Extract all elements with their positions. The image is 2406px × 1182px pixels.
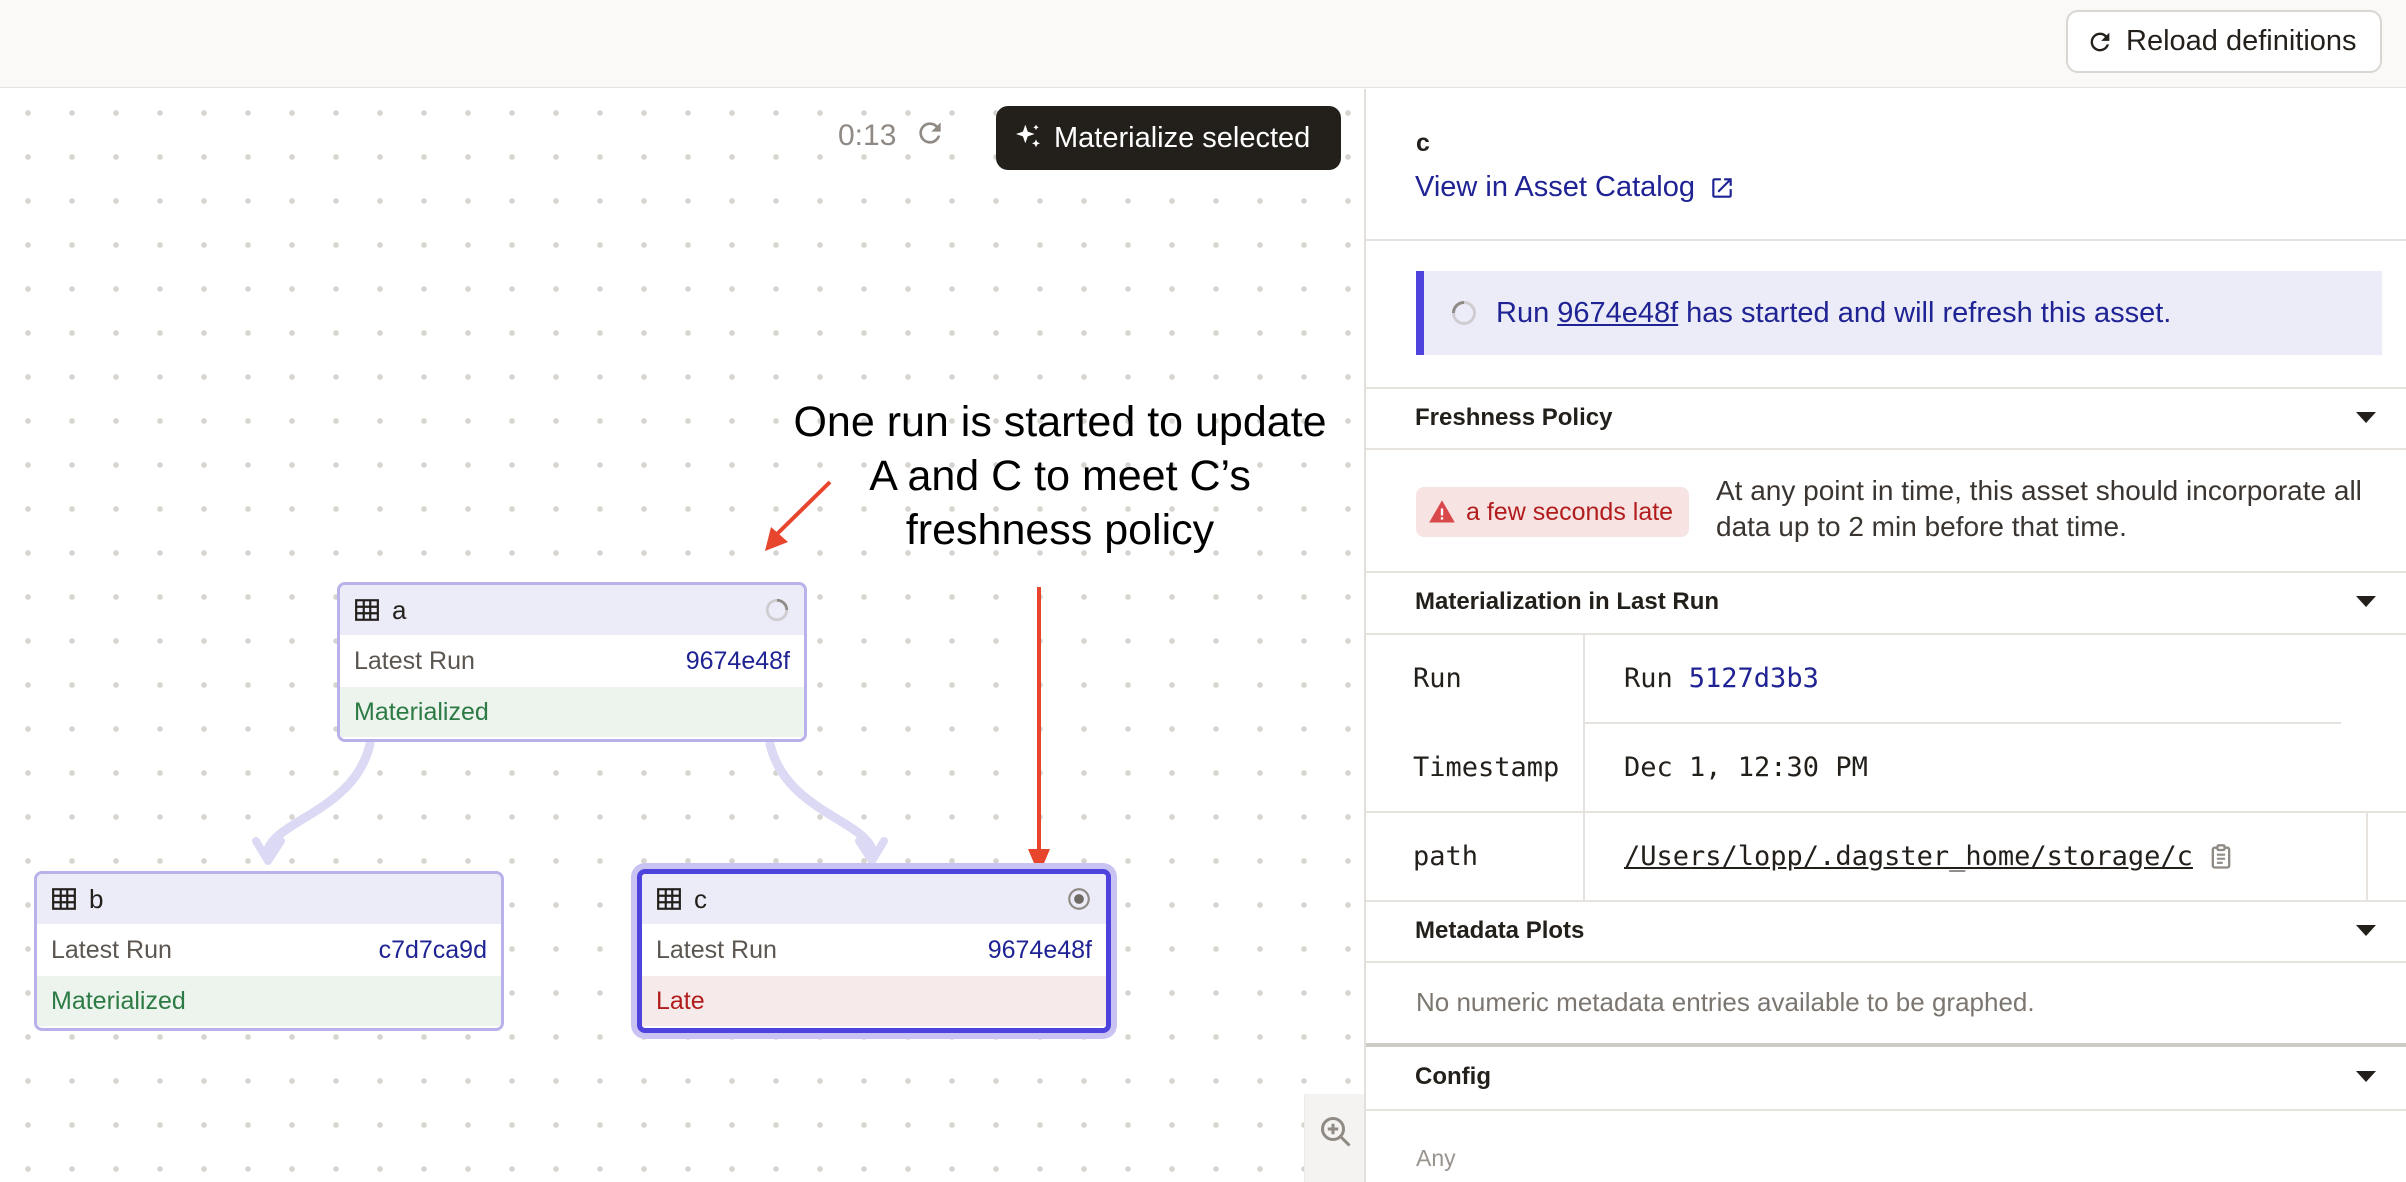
node-status: Materialized [340, 687, 804, 737]
late-badge-label: a few seconds late [1466, 497, 1674, 526]
asset-node-a[interactable]: a Latest Run 9674e48f Materialized [337, 582, 807, 742]
config-section-toggle[interactable]: Config [1366, 1047, 2406, 1107]
node-status: Late [642, 976, 1106, 1026]
node-latest-run-row: Latest Run 9674e48f [340, 635, 804, 687]
chevron-down-icon [2356, 1071, 2376, 1082]
late-status-badge: a few seconds late [1416, 487, 1690, 537]
node-header: a [340, 585, 804, 635]
row-value: Run 5127d3b3 [1604, 634, 1819, 723]
edge-a-to-c [765, 739, 877, 854]
zoom-in-icon[interactable] [1318, 1114, 1354, 1150]
edge-a-to-b [263, 739, 375, 854]
node-latest-run-row: Latest Run c7d7ca9d [37, 924, 501, 976]
view-in-asset-catalog-link[interactable]: View in Asset Catalog [1415, 171, 1735, 204]
section-title: Config [1415, 1063, 1491, 1090]
asset-name: c [1416, 129, 1430, 157]
materialize-selected-button[interactable]: Materialize selected [996, 106, 1341, 170]
spinner-icon [1452, 301, 1476, 325]
node-header: c [642, 874, 1106, 924]
divider [1366, 239, 2406, 241]
banner-suffix: has started and will refresh this asset. [1686, 296, 2172, 329]
latest-run-label: Latest Run [51, 935, 172, 964]
row-value: /Users/lopp/.dagster_home/storage/c [1604, 812, 2235, 901]
table-icon [52, 888, 76, 910]
chevron-down-icon [2356, 925, 2376, 936]
warning-icon [1429, 500, 1455, 523]
materialize-selected-label: Materialize selected [1054, 121, 1311, 154]
materialization-section-toggle[interactable]: Materialization in Last Run [1366, 572, 2406, 632]
copy-icon[interactable] [2207, 843, 2235, 871]
run-started-banner: Run 9674e48f has started and will refres… [1416, 271, 2382, 355]
latest-run-label: Latest Run [354, 646, 475, 675]
latest-run-label: Latest Run [656, 935, 777, 964]
top-bar: Reload definitions [0, 0, 2406, 88]
table-row: Timestamp Dec 1, 12:30 PM [1366, 723, 2406, 812]
banner-run-link[interactable]: 9674e48f [1557, 297, 1678, 330]
metadata-plots-empty-message: No numeric metadata entries available to… [1416, 987, 2035, 1017]
edge-a-to-b-arrowhead [252, 837, 285, 865]
latest-run-link[interactable]: c7d7ca9d [379, 936, 487, 965]
asset-sidebar: c View in Asset Catalog Run 9674e48f has… [1366, 89, 2406, 1182]
chevron-down-icon [2356, 596, 2376, 607]
config-type-value: Any [1416, 1145, 1456, 1171]
reload-definitions-button[interactable]: Reload definitions [2066, 10, 2382, 73]
spinner-icon [765, 598, 789, 622]
refresh-icon[interactable] [914, 117, 946, 149]
zoom-control[interactable] [1304, 1094, 1364, 1182]
asset-graph-canvas[interactable]: 0:13 Materialize selected One run is sta… [0, 89, 1364, 1182]
table-row: path /Users/lopp/.dagster_home/storage/c [1366, 812, 2406, 901]
row-key: Timestamp [1413, 752, 1560, 783]
metadata-plots-section-toggle[interactable]: Metadata Plots [1366, 901, 2406, 961]
freshness-policy-section-toggle[interactable]: Freshness Policy [1366, 388, 2406, 448]
row-key: path [1413, 841, 1479, 872]
run-prefix: Run [1624, 663, 1673, 694]
divider [1366, 448, 2406, 450]
divider [1366, 1109, 2406, 1111]
row-value: Dec 1, 12:30 PM [1624, 752, 1868, 783]
section-title: Freshness Policy [1415, 404, 1613, 431]
sparkle-icon [1016, 124, 1040, 148]
node-header: b [37, 874, 501, 924]
asset-node-b[interactable]: b Latest Run c7d7ca9d Materialized [34, 871, 504, 1031]
radio-selected-icon [1068, 888, 1090, 910]
section-title: Materialization in Last Run [1415, 588, 1720, 615]
section-title: Metadata Plots [1415, 917, 1585, 944]
annotation-text: One run is started to update A and C to … [770, 395, 1350, 557]
latest-run-link[interactable]: 9674e48f [686, 647, 790, 676]
latest-run-link[interactable]: 9674e48f [988, 936, 1092, 965]
node-status: Materialized [37, 976, 501, 1026]
table-icon [657, 888, 681, 910]
refresh-timer: 0:13 [838, 119, 897, 152]
catalog-link-label: View in Asset Catalog [1415, 171, 1695, 203]
node-name: b [89, 883, 104, 914]
run-id-link[interactable]: 5127d3b3 [1689, 663, 1819, 694]
annotation-arrowhead-to-c [1028, 789, 1050, 852]
node-name: a [392, 594, 407, 625]
divider [1366, 961, 2406, 963]
table-row: Run Run 5127d3b3 [1366, 634, 2406, 723]
row-key: Run [1413, 663, 1462, 694]
banner-prefix: Run [1496, 296, 1550, 329]
asset-node-c[interactable]: c Latest Run 9674e48f Late [637, 869, 1111, 1033]
node-latest-run-row: Latest Run 9674e48f [642, 924, 1106, 976]
node-name: c [694, 883, 707, 914]
annotation-line: freshness policy [905, 506, 1215, 554]
open-in-new-icon [1712, 177, 1732, 198]
edge-a-to-c-arrowhead [855, 837, 888, 865]
refresh-icon [2090, 32, 2110, 51]
chevron-down-icon [2356, 412, 2376, 423]
reload-definitions-label: Reload definitions [2126, 25, 2357, 57]
annotation-line: One run is started to update [793, 398, 1327, 446]
annotation-line: A and C to meet C’s [869, 452, 1251, 500]
table-icon [355, 599, 379, 621]
freshness-description: At any point in time, this asset should … [1716, 475, 2362, 542]
path-link[interactable]: /Users/lopp/.dagster_home/storage/c [1624, 841, 2193, 872]
